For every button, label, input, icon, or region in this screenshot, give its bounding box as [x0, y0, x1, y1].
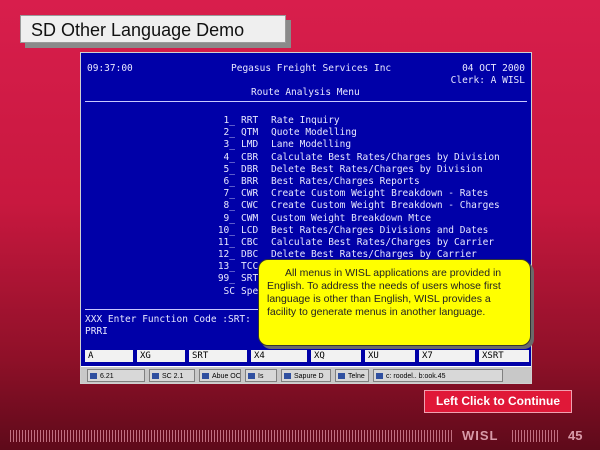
function-key-field[interactable]: A — [85, 350, 133, 362]
menu-item[interactable]: 11_ CBC Calculate Best Rates/Charges by Ca… — [203, 237, 500, 249]
slide-footer: WISL 45 — [0, 428, 600, 444]
menu-item-number: 6_ — [223, 175, 235, 187]
clerk-label: Clerk: A WISL — [450, 75, 525, 86]
function-key-bar: A XG SRT X4 XQ XU X7 XSRT — [81, 350, 531, 364]
callout-text: All menus in WISL applications are provi… — [267, 267, 502, 318]
header-divider — [85, 101, 527, 102]
menu-item-code: DBR — [241, 163, 259, 175]
menu-item[interactable]: 4_ CBR Calculate Best Rates/Charges by Div… — [203, 152, 500, 164]
continue-button[interactable]: Left Click to Continue — [424, 390, 572, 413]
taskbar-button[interactable]: Telne — [335, 369, 369, 382]
menu-item-code: LMD — [241, 139, 259, 151]
menu-item-number: 4_ — [223, 151, 235, 163]
menu-item-code: LCD — [241, 224, 259, 236]
footer-decoration-right — [512, 430, 560, 442]
menu-item-label: Create Custom Weight Breakdown - Charges — [271, 200, 500, 212]
menu-item[interactable]: 6_ BRR Best Rates/Charges Reports — [203, 176, 500, 188]
slide-title: SD Other Language Demo — [20, 15, 286, 43]
menu-item-number: 5_ — [223, 163, 235, 175]
function-key-field[interactable]: XG — [137, 350, 185, 362]
menu-item-number: 10_ — [217, 224, 235, 236]
menu-item-code: QTM — [241, 127, 259, 139]
terminal-time: 09:37:00 — [87, 63, 133, 74]
menu-item-number: 11_ — [217, 236, 235, 248]
prompt-secondary: PRRI — [85, 326, 108, 337]
menu-item-code: CBR — [241, 151, 259, 163]
menu-item-label: Best Rates/Charges Reports — [271, 175, 420, 187]
menu-item[interactable]: 8_ CWC Create Custom Weight Breakdown - Ch… — [203, 200, 500, 212]
function-key-field[interactable]: SRT — [189, 350, 247, 362]
menu-item[interactable]: 10_ LCD Best Rates/Charges Divisions and D… — [203, 225, 500, 237]
menu-item-code: CWM — [241, 212, 259, 224]
menu-item[interactable]: 9_ CWM Custom Weight Breakdown Mtce — [203, 213, 500, 225]
page-number: 45 — [568, 428, 583, 443]
menu-item-label: Lane Modelling — [271, 139, 352, 151]
menu-item-label: Delete Best Rates/Charges by Division — [271, 163, 483, 175]
menu-item-label: Create Custom Weight Breakdown - Rates — [271, 188, 489, 200]
menu-item-code: CWR — [241, 188, 259, 200]
menu-item-number: 99_ — [217, 273, 235, 285]
menu-item-number: 3_ — [223, 139, 235, 151]
function-key-field[interactable]: XQ — [311, 350, 361, 362]
windows-taskbar: 6.21 SC 2.1 Abue OC Is Sapure D Telne c: roode… — [81, 366, 531, 383]
menu-item-number: 1_ — [223, 115, 235, 126]
taskbar-button[interactable]: Sapure D — [281, 369, 331, 382]
menu-item[interactable]: 5_ DBR Delete Best Rates/Charges by Divisi… — [203, 164, 500, 176]
taskbar-button[interactable]: Abue OC — [199, 369, 241, 382]
menu-item[interactable]: 7_ CWR Create Custom Weight Breakdown - Ra… — [203, 188, 500, 200]
explanation-callout: All menus in WISL applications are provi… — [258, 259, 531, 346]
menu-item-number: 7_ — [223, 188, 235, 200]
menu-item-label: Calculate Best Rates/Charges by Carrier — [271, 236, 495, 248]
menu-item-number: 12_ — [217, 249, 235, 261]
menu-item-code: CBC — [241, 236, 259, 248]
terminal-header: 09:37:00 Pegasus Freight Services Inc 04… — [81, 53, 531, 103]
menu-item-code: RRT — [241, 115, 259, 126]
menu-item-code: BRR — [241, 175, 259, 187]
function-code-prompt[interactable]: XXX Enter Function Code :SRT: — [85, 314, 251, 325]
menu-item-label: Custom Weight Breakdown Mtce — [271, 212, 432, 224]
taskbar-button[interactable]: 6.21 — [87, 369, 145, 382]
menu-item-label: Rate Inquiry — [271, 115, 340, 126]
menu-title: Route Analysis Menu — [251, 87, 360, 98]
menu-item-number: 13_ — [217, 261, 235, 273]
menu-item[interactable]: 3_ LMD Lane Modelling — [203, 139, 500, 151]
menu-item-number: 8_ — [223, 200, 235, 212]
menu-item-label: Quote Modelling — [271, 127, 357, 139]
menu-item-code: CWC — [241, 200, 259, 212]
taskbar-button[interactable]: c: roodel.. b:ook.45 — [373, 369, 503, 382]
function-key-field[interactable]: XU — [365, 350, 415, 362]
taskbar-button[interactable]: Is — [245, 369, 277, 382]
menu-item-label: Calculate Best Rates/Charges by Division — [271, 151, 500, 163]
terminal-date: 04 OCT 2000 — [462, 63, 525, 74]
menu-item-number: 2_ — [223, 127, 235, 139]
function-key-field[interactable]: XSRT — [479, 350, 529, 362]
menu-item-number: 9_ — [223, 212, 235, 224]
menu-item-label: Best Rates/Charges Divisions and Dates — [271, 224, 489, 236]
company-name: Pegasus Freight Services Inc — [231, 63, 392, 74]
menu-item[interactable]: 2_ QTM Quote Modelling — [203, 127, 500, 139]
footer-decoration-left — [10, 430, 454, 442]
function-key-field[interactable]: X7 — [419, 350, 475, 362]
taskbar-button[interactable]: SC 2.1 — [149, 369, 195, 382]
menu-item-number: SC — [223, 285, 235, 297]
function-key-field[interactable]: X4 — [251, 350, 307, 362]
brand-label: WISL — [462, 428, 499, 443]
menu-item[interactable]: 1_ RRT Rate Inquiry — [203, 115, 500, 127]
